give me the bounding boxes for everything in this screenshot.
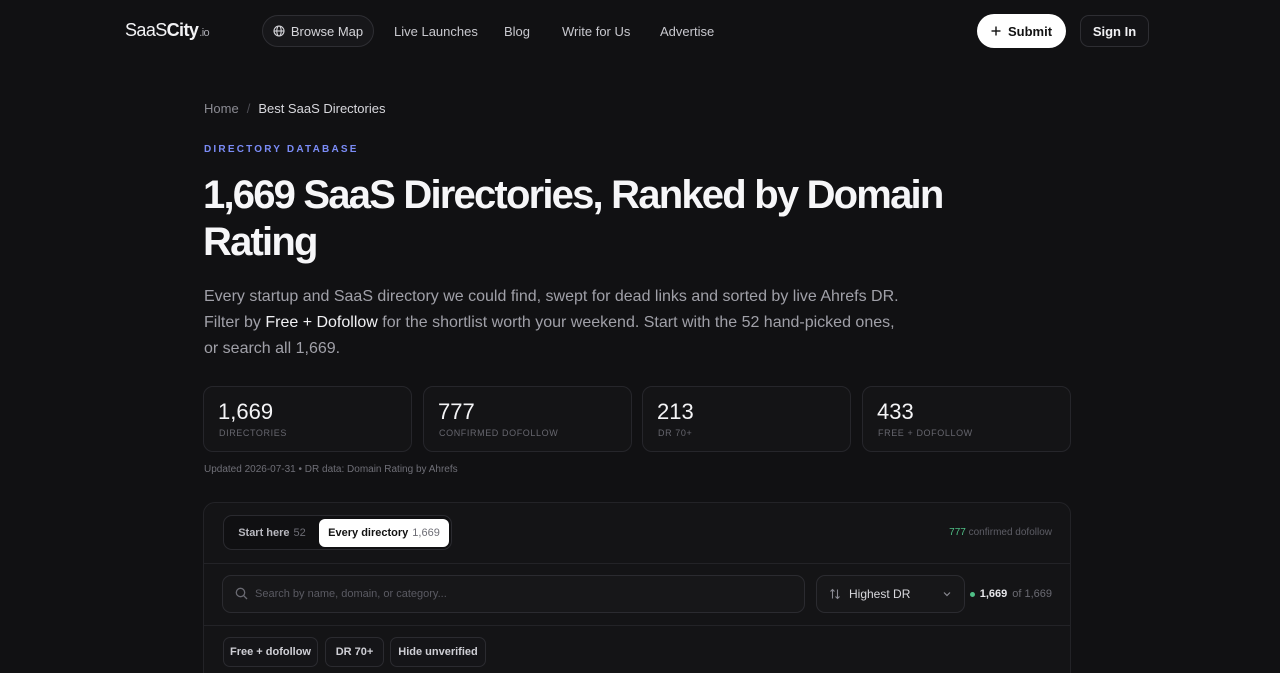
updated-note: Updated 2026-07-31 • DR data: Domain Rat… <box>204 464 458 475</box>
breadcrumb-current: Best SaaS Directories <box>258 101 386 116</box>
stat-value: 433 <box>877 399 914 424</box>
stat-label: DIRECTORIES <box>219 428 287 438</box>
breadcrumb-separator: / <box>246 101 251 116</box>
page-title: 1,669 SaaS Directories, Ranked by Domain… <box>203 173 944 264</box>
tab-count: 1,669 <box>412 527 440 539</box>
stat-card-dofollow: 777 CONFIRMED DOFOLLOW <box>423 386 632 452</box>
eyebrow-label: DIRECTORY DATABASE <box>204 144 359 155</box>
sort-dropdown[interactable]: Highest DR <box>816 575 965 613</box>
dofollow-summary: 777 confirmed dofollow <box>949 527 1052 538</box>
submit-label: Submit <box>1007 23 1053 39</box>
filter-free-dofollow[interactable]: Free + dofollow <box>223 637 318 667</box>
site-header: SaaS City .io Browse Map Live Launches Blo… <box>0 0 1280 62</box>
tab-count: 52 <box>293 527 306 539</box>
dofollow-count: 777 <box>949 527 966 538</box>
plus-icon <box>991 26 1001 36</box>
logo-text-saas: SaaS <box>125 20 167 40</box>
nav-advertise[interactable]: Advertise <box>660 24 714 39</box>
page-description: Every startup and SaaS directory we coul… <box>204 284 904 362</box>
stat-label: FREE + DOFOLLOW <box>878 428 973 438</box>
divider <box>204 563 1070 564</box>
sign-in-button[interactable]: Sign In <box>1080 15 1149 47</box>
breadcrumb-home[interactable]: Home <box>204 101 239 116</box>
stat-label: DR 70+ <box>658 428 693 438</box>
filter-dr70[interactable]: DR 70+ <box>325 637 384 667</box>
tab-every-directory[interactable]: Every directory 1,669 <box>319 519 449 547</box>
sort-icon <box>829 588 841 600</box>
tab-start-here[interactable]: Start here 52 <box>227 519 317 547</box>
stat-value: 1,669 <box>218 399 274 424</box>
stat-value: 777 <box>438 399 475 424</box>
directory-panel: Start here 52 Every directory 1,669 777 … <box>203 502 1071 673</box>
breadcrumb: Home / Best SaaS Directories <box>204 101 385 116</box>
browse-map-button[interactable]: Browse Map <box>262 15 374 47</box>
search-box[interactable] <box>222 575 805 613</box>
nav-write-for-us[interactable]: Write for Us <box>562 24 630 39</box>
stat-label: CONFIRMED DOFOLLOW <box>439 428 559 438</box>
result-shown: 1,669 <box>979 588 1008 600</box>
logo[interactable]: SaaS City .io <box>125 20 210 41</box>
status-dot-icon <box>969 591 975 597</box>
view-tabs: Start here 52 Every directory 1,669 <box>223 515 452 550</box>
divider <box>204 625 1070 626</box>
search-icon <box>235 587 249 601</box>
dofollow-text: confirmed dofollow <box>968 527 1052 538</box>
sort-value: Highest DR <box>849 587 911 601</box>
tab-label: Every directory <box>328 527 409 539</box>
logo-text-city: City <box>166 20 199 40</box>
stat-card-directories: 1,669 DIRECTORIES <box>203 386 412 452</box>
browse-map-label: Browse Map <box>290 23 364 39</box>
description-highlight: Free + Dofollow <box>265 314 378 331</box>
nav-live-launches[interactable]: Live Launches <box>394 24 478 39</box>
stat-value: 213 <box>657 399 694 424</box>
tab-label: Start here <box>238 527 290 539</box>
result-total: of 1,669 <box>1012 588 1052 600</box>
logo-text-io: .io <box>199 27 210 39</box>
stat-card-dr70: 213 DR 70+ <box>642 386 851 452</box>
chevron-down-icon <box>942 589 952 599</box>
nav-blog[interactable]: Blog <box>504 24 530 39</box>
result-count: 1,669 of 1,669 <box>969 588 1052 600</box>
stat-card-free-dofollow: 433 FREE + DOFOLLOW <box>862 386 1071 452</box>
stats-row: 1,669 DIRECTORIES 777 CONFIRMED DOFOLLOW… <box>203 386 1071 452</box>
submit-button[interactable]: Submit <box>977 14 1066 48</box>
filter-hide-unverified[interactable]: Hide unverified <box>390 637 486 667</box>
search-input[interactable] <box>255 588 775 600</box>
globe-icon <box>273 25 285 37</box>
